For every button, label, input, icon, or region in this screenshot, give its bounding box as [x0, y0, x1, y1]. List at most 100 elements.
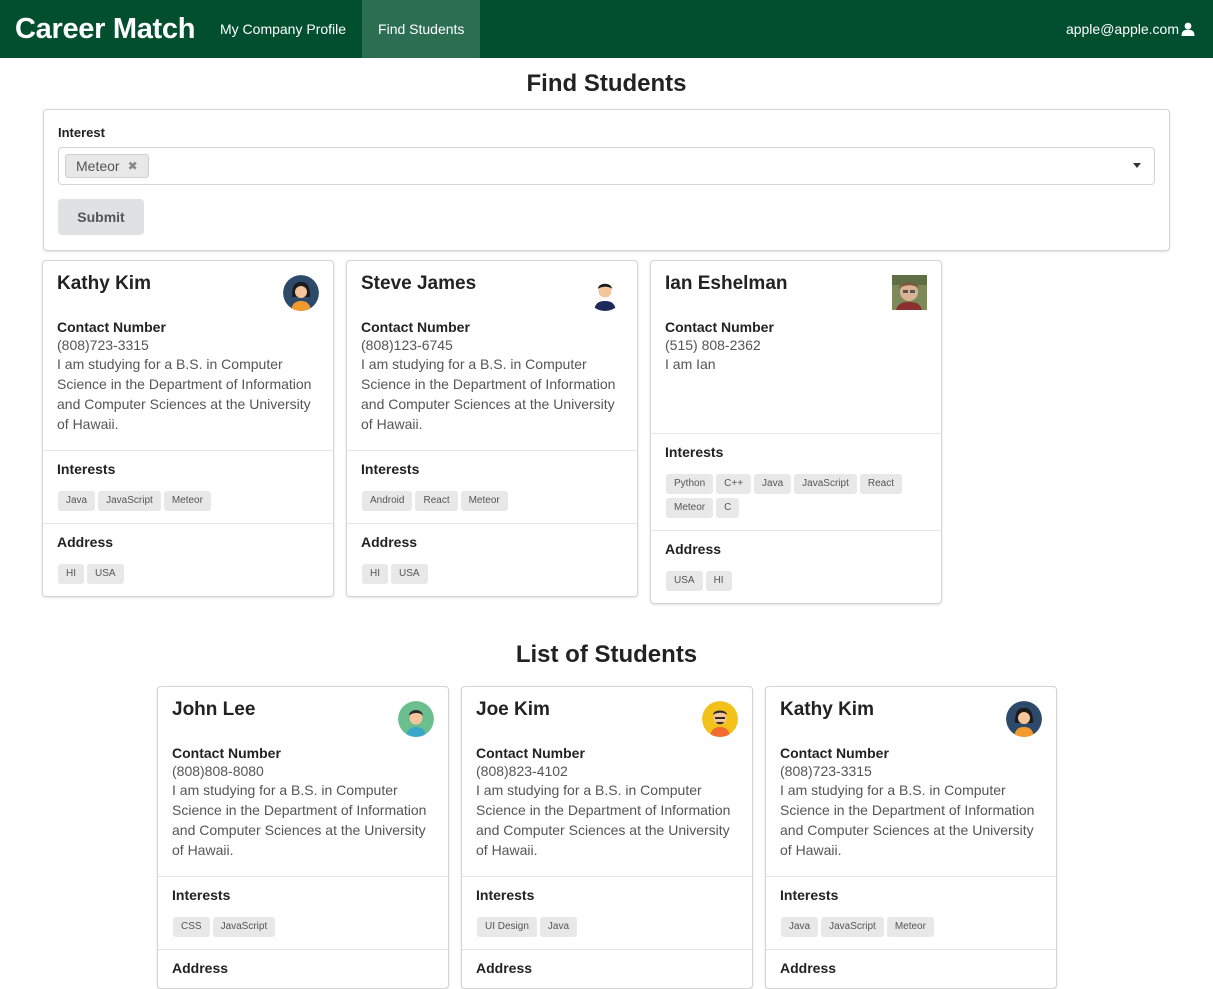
contact-number: (515) 808-2362	[665, 337, 761, 353]
address-section: Address HI USA	[347, 524, 637, 596]
interest-tags: UI Design Java	[477, 917, 738, 937]
interests-label: Interests	[780, 887, 839, 903]
interests-section: Interests Python C++ Java JavaScript Rea…	[651, 434, 941, 531]
address-tag[interactable]: HI	[58, 564, 84, 584]
interest-tags: Java JavaScript Meteor	[781, 917, 1042, 937]
male-avatar-icon	[587, 275, 623, 311]
interest-tag[interactable]: React	[859, 474, 902, 494]
page-title: Find Students	[526, 70, 687, 97]
male-avatar-icon	[398, 701, 434, 737]
student-bio: I am studying for a B.S. in Computer Sci…	[780, 782, 1035, 858]
submit-button[interactable]: Submit	[58, 199, 144, 235]
interest-tags: Java JavaScript Meteor	[58, 491, 319, 511]
nav-my-company-profile[interactable]: My Company Profile	[204, 0, 362, 58]
search-form: Interest Meteor ✖ Submit	[43, 109, 1170, 251]
student-card: Kathy Kim Contact Number (808)723-3315 I…	[765, 686, 1057, 989]
nav-find-students[interactable]: Find Students	[362, 0, 481, 58]
interest-tags: Android React Meteor	[362, 491, 623, 511]
student-card: Kathy Kim Contact Number (808)723-3315 I…	[42, 260, 334, 597]
address-section: Address	[158, 950, 448, 988]
address-tag[interactable]: USA	[391, 564, 428, 584]
brand-logo[interactable]: Career Match	[0, 13, 204, 46]
contact-label: Contact Number	[361, 319, 470, 335]
interest-tag[interactable]: Android	[362, 491, 413, 511]
interest-tag[interactable]: C	[716, 498, 740, 518]
card-header: John Lee Contact Number (808)808-8080 I …	[158, 687, 448, 877]
interest-tag[interactable]: Java	[781, 917, 819, 937]
address-label: Address	[476, 960, 533, 976]
contact-label: Contact Number	[57, 319, 166, 335]
interest-tag[interactable]: C++	[716, 474, 752, 494]
address-tag[interactable]: USA	[87, 564, 124, 584]
interest-tag[interactable]: React	[415, 491, 458, 511]
contact-label: Contact Number	[476, 745, 585, 761]
interests-section: Interests Java JavaScript Meteor	[43, 451, 333, 524]
student-card: John Lee Contact Number (808)808-8080 I …	[157, 686, 449, 989]
student-name: Kathy Kim	[780, 699, 874, 720]
interest-tag[interactable]: Java	[58, 491, 96, 511]
interests-section: Interests CSS JavaScript	[158, 877, 448, 950]
card-header: Kathy Kim Contact Number (808)723-3315 I…	[43, 261, 333, 451]
student-card: Ian Eshelman Contact Number (515) 808-23…	[650, 260, 942, 604]
contact-label: Contact Number	[665, 319, 774, 335]
interests-label: Interests	[476, 887, 535, 903]
address-tag[interactable]: USA	[666, 571, 703, 591]
remove-chip-icon[interactable]: ✖	[128, 155, 138, 177]
contact-number: (808)823-4102	[476, 763, 568, 779]
student-bio: I am studying for a B.S. in Computer Sci…	[476, 782, 731, 858]
card-header: Kathy Kim Contact Number (808)723-3315 I…	[766, 687, 1056, 877]
student-name: Steve James	[361, 273, 477, 294]
interest-tag[interactable]: CSS	[173, 917, 210, 937]
card-header: Joe Kim Contact Number (808)823-4102 I a…	[462, 687, 752, 877]
interest-tag[interactable]: Java	[754, 474, 792, 494]
address-section: Address USA HI	[651, 531, 941, 603]
card-header: Ian Eshelman Contact Number (515) 808-23…	[651, 261, 941, 434]
top-navbar: Career Match My Company Profile Find Stu…	[0, 0, 1213, 58]
interest-label: Interest	[58, 125, 105, 140]
photo-avatar	[892, 275, 927, 310]
user-icon	[1181, 22, 1195, 36]
address-label: Address	[361, 534, 418, 550]
interest-tag[interactable]: JavaScript	[98, 491, 161, 511]
address-tag[interactable]: HI	[705, 571, 732, 591]
contact-label: Contact Number	[172, 745, 281, 761]
interest-tag[interactable]: Meteor	[460, 491, 508, 511]
address-tags: HI USA	[362, 564, 623, 584]
address-label: Address	[57, 534, 114, 550]
interest-tag[interactable]: Java	[539, 917, 578, 937]
contact-number: (808)723-3315	[780, 763, 872, 779]
interest-tag[interactable]: Meteor	[163, 491, 211, 511]
address-section: Address	[462, 950, 752, 988]
student-name: Kathy Kim	[57, 273, 151, 294]
interests-label: Interests	[57, 461, 116, 477]
student-card: Joe Kim Contact Number (808)823-4102 I a…	[461, 686, 753, 989]
student-bio: I am studying for a B.S. in Computer Sci…	[361, 356, 616, 432]
chip-label: Meteor	[76, 158, 120, 174]
address-tags: USA HI	[666, 571, 927, 591]
interest-tag[interactable]: Meteor	[666, 498, 714, 518]
interests-label: Interests	[361, 461, 420, 477]
user-email: apple@apple.com	[1065, 21, 1179, 37]
contact-number: (808)123-6745	[361, 337, 453, 353]
interest-multiselect[interactable]: Meteor ✖	[58, 147, 1155, 185]
interest-tag[interactable]: UI Design	[477, 917, 537, 937]
interest-tag[interactable]: JavaScript	[212, 917, 276, 937]
interests-label: Interests	[172, 887, 231, 903]
address-label: Address	[780, 960, 837, 976]
contact-label: Contact Number	[780, 745, 889, 761]
interest-tag[interactable]: JavaScript	[821, 917, 884, 937]
interests-label: Interests	[665, 444, 724, 460]
list-title: List of Students	[515, 641, 698, 668]
interest-tag[interactable]: Meteor	[886, 917, 934, 937]
address-section: Address HI USA	[43, 524, 333, 596]
dropdown-arrow-icon[interactable]	[1133, 163, 1141, 168]
student-name: Ian Eshelman	[665, 273, 788, 294]
user-menu[interactable]: apple@apple.com	[1066, 0, 1195, 58]
address-tag[interactable]: HI	[362, 564, 388, 584]
selected-interest-chip: Meteor ✖	[65, 154, 149, 178]
student-bio: I am studying for a B.S. in Computer Sci…	[57, 356, 312, 432]
interest-tag[interactable]: JavaScript	[794, 474, 857, 494]
interest-tag[interactable]: Python	[666, 474, 714, 494]
female-avatar-icon	[1006, 701, 1042, 737]
address-label: Address	[665, 541, 722, 557]
